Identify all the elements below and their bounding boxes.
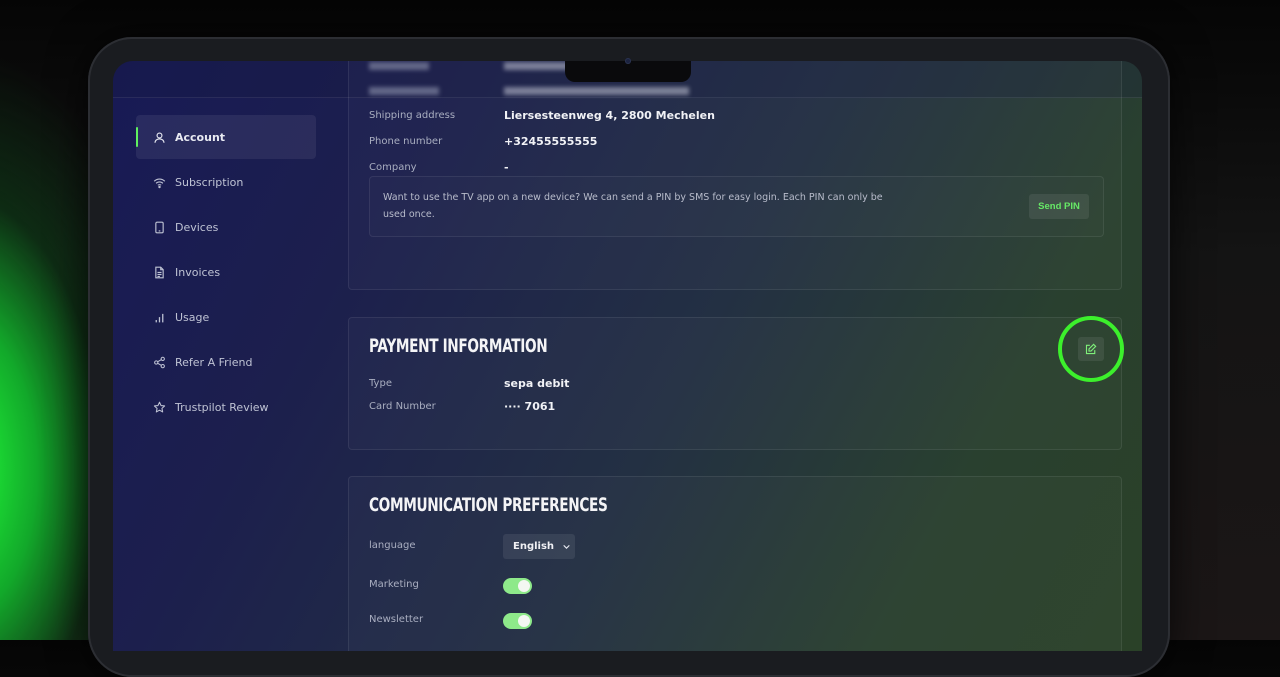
language-value: English — [513, 541, 555, 552]
newsletter-toggle[interactable] — [503, 613, 532, 629]
edit-payment-button[interactable] — [1078, 337, 1104, 361]
field-value: - — [504, 161, 509, 174]
camera-notch — [565, 58, 691, 82]
newsletter-row: Newsletter — [369, 614, 504, 625]
payment-title: PAYMENT INFORMATION — [369, 335, 548, 357]
field-label: Card Number — [369, 401, 436, 412]
blurred-row — [369, 62, 429, 70]
sidebar-item-label: Devices — [175, 220, 219, 234]
language-select[interactable]: English — [503, 534, 575, 559]
sidebar-item-trustpilot-review[interactable]: Trustpilot Review — [136, 385, 316, 429]
pin-description: Want to use the TV app on a new device? … — [383, 192, 883, 220]
sidebar-item-label: Usage — [175, 310, 210, 324]
marketing-toggle[interactable] — [503, 578, 532, 594]
field-label: language — [369, 540, 416, 551]
send-pin-button[interactable]: Send PIN — [1029, 194, 1089, 219]
payment-type-row: Type sepa debit — [369, 377, 569, 390]
marketing-row: Marketing — [369, 579, 504, 590]
sidebar-item-invoices[interactable]: Invoices — [136, 250, 316, 294]
field-label: Marketing — [369, 579, 419, 590]
sidebar-item-label: Subscription — [175, 175, 244, 189]
shipping-address-row: Shipping address Liersesteenweg 4, 2800 … — [369, 109, 715, 122]
toggle-knob — [518, 615, 530, 627]
camera-icon — [625, 58, 631, 64]
field-label: Company — [369, 162, 417, 173]
sidebar-item-label: Refer A Friend — [175, 355, 253, 369]
field-label: Phone number — [369, 136, 443, 147]
sidebar-item-label: Invoices — [175, 265, 221, 279]
sidebar-item-subscription[interactable]: Subscription — [136, 160, 316, 204]
user-icon — [152, 130, 166, 144]
phone-number-row: Phone number +32455555555 — [369, 135, 597, 148]
sidebar-nav: Account Subscription Devices Invoices Us… — [136, 115, 316, 430]
sidebar-item-devices[interactable]: Devices — [136, 205, 316, 249]
field-label: Newsletter — [369, 614, 424, 625]
sidebar-item-account[interactable]: Account — [136, 115, 316, 159]
blurred-row — [504, 62, 574, 70]
blurred-row — [369, 87, 439, 95]
sidebar-item-usage[interactable]: Usage — [136, 295, 316, 339]
company-row: Company - — [369, 161, 509, 174]
card-number-row: Card Number ···· 7061 — [369, 400, 555, 413]
language-row: language — [369, 540, 504, 551]
communication-title: COMMUNICATION PREFERENCES — [369, 494, 608, 516]
wifi-icon — [152, 175, 166, 189]
field-label: Type — [369, 378, 392, 389]
tv-pin-box: Want to use the TV app on a new device? … — [369, 176, 1104, 237]
share-icon — [152, 355, 166, 369]
chevron-down-icon — [562, 542, 571, 551]
document-icon — [152, 265, 166, 279]
field-value: Liersesteenweg 4, 2800 Mechelen — [504, 109, 715, 122]
star-icon — [152, 400, 166, 414]
toggle-knob — [518, 580, 530, 592]
sidebar-item-refer-a-friend[interactable]: Refer A Friend — [136, 340, 316, 384]
communication-preferences-panel: COMMUNICATION PREFERENCES language Engli… — [348, 476, 1122, 651]
field-value: ···· 7061 — [504, 400, 556, 413]
account-details-panel: Shipping address Liersesteenweg 4, 2800 … — [348, 61, 1122, 290]
app-screen: Account Subscription Devices Invoices Us… — [113, 61, 1142, 651]
field-value: +32455555555 — [504, 135, 598, 148]
sidebar-item-label: Trustpilot Review — [175, 400, 269, 414]
blurred-row — [504, 87, 689, 95]
tablet-icon — [152, 220, 166, 234]
bar-chart-icon — [152, 310, 166, 324]
field-label: Shipping address — [369, 110, 456, 121]
sidebar-item-label: Account — [175, 130, 226, 144]
field-value: sepa debit — [504, 377, 570, 390]
edit-icon — [1085, 343, 1097, 355]
payment-information-panel: PAYMENT INFORMATION Type sepa debit Card… — [348, 317, 1122, 450]
